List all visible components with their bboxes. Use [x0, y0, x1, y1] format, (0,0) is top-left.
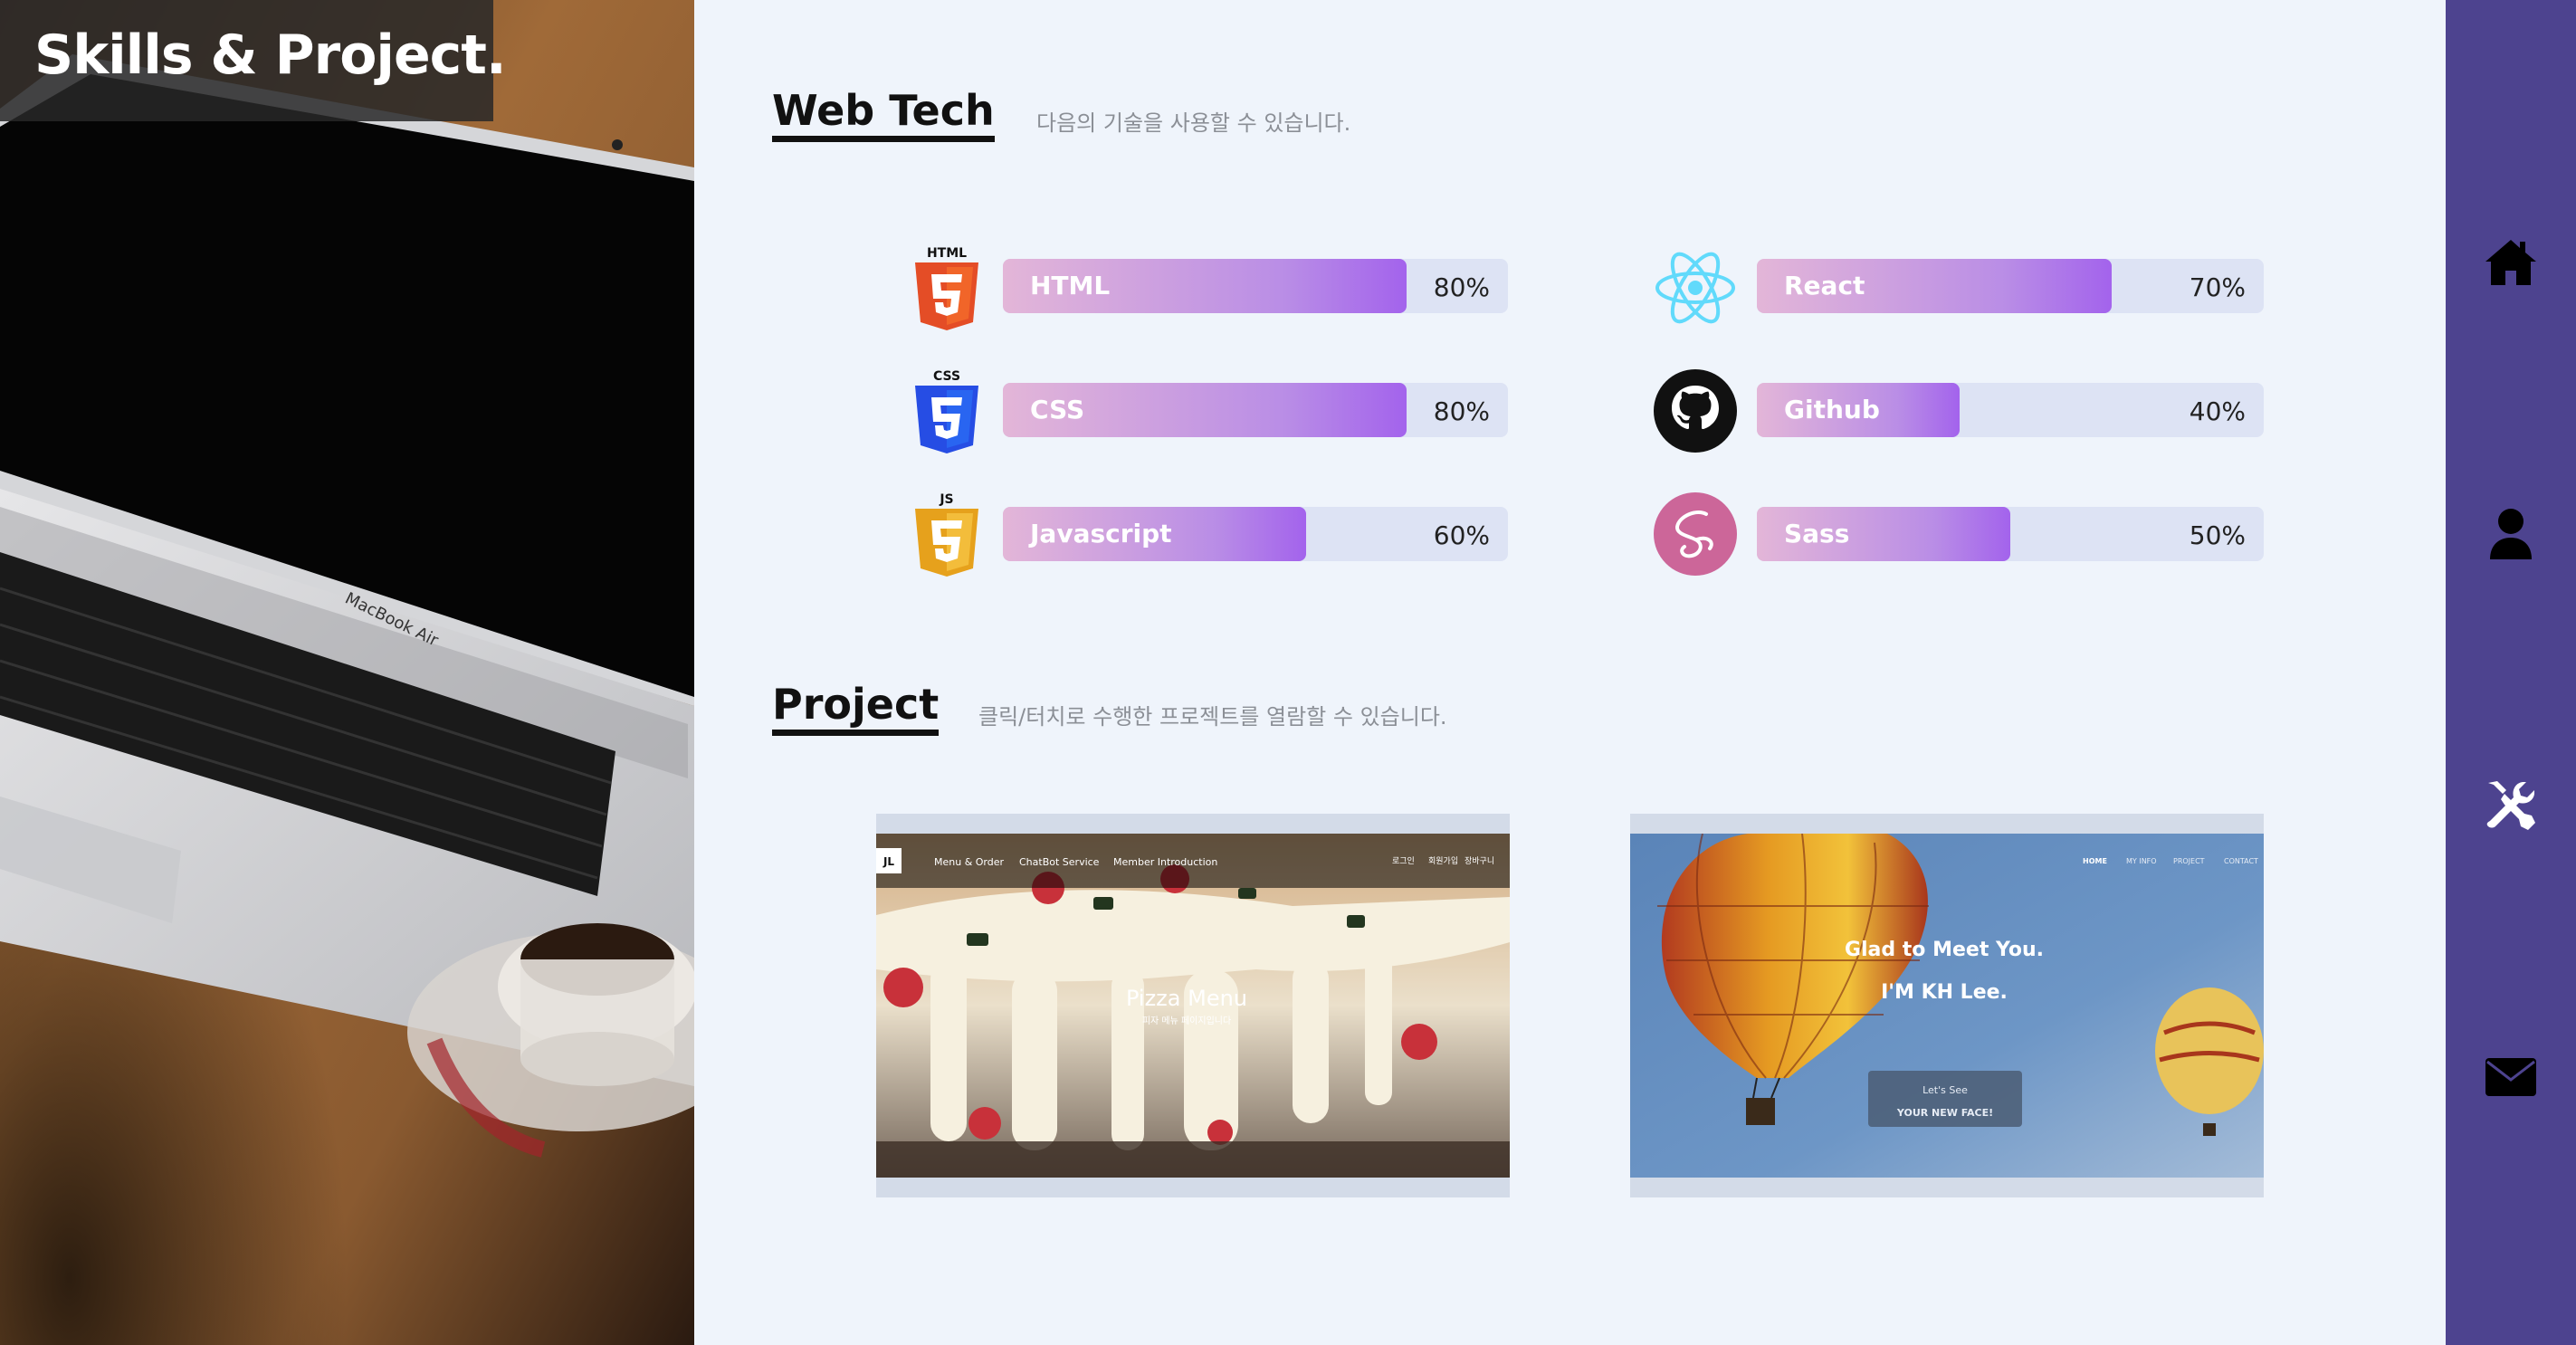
project-heading: Project — [772, 682, 940, 737]
home-icon — [2485, 240, 2536, 285]
skill-name: CSS — [1030, 395, 1085, 424]
user-icon — [2490, 509, 2532, 559]
project-subtitle: 클릭/터치로 수행한 프로젝트를 열람할 수 있습니다. — [978, 704, 1447, 730]
skill-bar-html: HTML 80% — [1003, 259, 1508, 313]
svg-text:JL: JL — [883, 855, 894, 868]
nav-contact-button[interactable] — [2475, 1041, 2547, 1113]
css3-icon: CSS — [906, 367, 987, 454]
html5-icon: HTML — [906, 244, 987, 331]
laptop-photo: MacBook Air — [0, 0, 694, 1345]
skill-percent: 60% — [1433, 520, 1490, 550]
skill-percent: 80% — [1433, 272, 1490, 302]
svg-text:Member Introduction: Member Introduction — [1113, 856, 1217, 868]
svg-text:HTML: HTML — [927, 246, 967, 261]
svg-text:Let's See: Let's See — [1922, 1084, 1968, 1096]
skill-percent: 70% — [2189, 272, 2246, 302]
webtech-subtitle: 다음의 기술을 사용할 수 있습니다. — [1036, 110, 1351, 136]
svg-text:피자 메뉴 페이지입니다: 피자 메뉴 페이지입니다 — [1142, 1015, 1231, 1026]
hero-image: MacBook Air Skills & Project. — [0, 0, 694, 1345]
nav-about-button[interactable] — [2475, 498, 2547, 570]
svg-text:I'M KH Lee.: I'M KH Lee. — [1881, 981, 2008, 1004]
skill-name: HTML — [1030, 271, 1111, 300]
svg-text:Pizza Menu: Pizza Menu — [1126, 986, 1247, 1011]
svg-text:장바구니: 장바구니 — [1465, 856, 1494, 866]
skill-bar-sass: Sass 50% — [1757, 507, 2264, 561]
react-icon — [1652, 244, 1735, 331]
svg-text:회원가입: 회원가입 — [1428, 855, 1458, 866]
skill-name: React — [1784, 271, 1865, 300]
main-content: Web Tech 다음의 기술을 사용할 수 있습니다. HTML HTML 8… — [694, 0, 2446, 1345]
javascript-icon: JS — [906, 491, 987, 577]
skill-bar-css: CSS 80% — [1003, 383, 1508, 437]
skill-bar-javascript: Javascript 60% — [1003, 507, 1508, 561]
skill-name: Sass — [1784, 519, 1850, 548]
nav-home-button[interactable] — [2475, 226, 2547, 299]
svg-text:JS: JS — [939, 492, 953, 507]
svg-text:로그인: 로그인 — [1392, 856, 1415, 866]
skill-name: Javascript — [1030, 519, 1172, 548]
sass-icon — [1652, 491, 1737, 577]
skill-percent: 50% — [2189, 520, 2246, 550]
skill-bar-react: React 70% — [1757, 259, 2264, 313]
tools-icon — [2486, 781, 2535, 830]
side-nav — [2446, 0, 2576, 1345]
page-title: Skills & Project. — [34, 24, 507, 87]
svg-text:MY INFO: MY INFO — [2126, 857, 2157, 865]
project-card-pizza[interactable]: JL Menu & Order ChatBot Service Member I… — [876, 814, 1510, 1197]
skill-percent: 80% — [1433, 396, 1490, 426]
project-card-portfolio[interactable]: HOME MY INFO PROJECT CONTACT Glad to Mee… — [1630, 814, 2264, 1197]
skill-name: Github — [1784, 395, 1880, 424]
svg-text:PROJECT: PROJECT — [2173, 857, 2205, 865]
nav-skills-button[interactable] — [2475, 769, 2547, 842]
project-thumbnail-pizza: JL Menu & Order ChatBot Service Member I… — [876, 834, 1510, 1178]
svg-text:CSS: CSS — [933, 369, 960, 384]
svg-text:ChatBot Service: ChatBot Service — [1019, 856, 1100, 868]
skill-percent: 40% — [2189, 396, 2246, 426]
svg-text:Glad to Meet You.: Glad to Meet You. — [1845, 939, 2044, 961]
svg-text:YOUR NEW FACE!: YOUR NEW FACE! — [1896, 1107, 1993, 1119]
svg-text:Menu & Order: Menu & Order — [934, 856, 1005, 868]
webtech-heading: Web Tech — [772, 89, 995, 143]
mail-icon — [2485, 1058, 2536, 1096]
github-icon — [1652, 367, 1737, 454]
svg-text:HOME: HOME — [2083, 857, 2107, 865]
skill-bar-github: Github 40% — [1757, 383, 2264, 437]
svg-text:CONTACT: CONTACT — [2224, 857, 2258, 865]
project-thumbnail-portfolio: HOME MY INFO PROJECT CONTACT Glad to Mee… — [1630, 834, 2264, 1178]
